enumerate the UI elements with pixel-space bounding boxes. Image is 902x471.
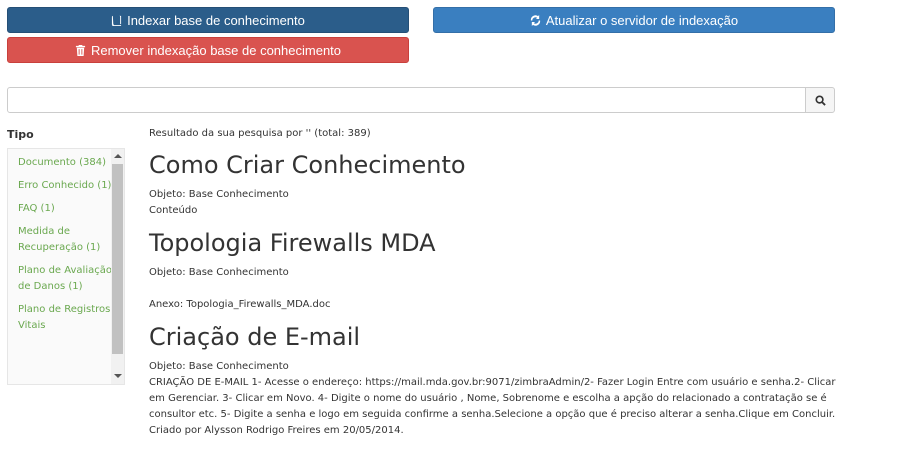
result-object: Objeto: Base Conhecimento [149, 361, 289, 372]
result-object: Objeto: Base Conhecimento [149, 267, 289, 278]
result-item: Como Criar Conhecimento Objeto: Base Con… [149, 151, 849, 219]
result-item: Topologia Firewalls MDA Objeto: Base Con… [149, 229, 849, 313]
result-title[interactable]: Topologia Firewalls MDA [149, 229, 849, 257]
remove-indexing-label: Remover indexação base de conhecimento [90, 42, 342, 58]
scroll-up-arrow-icon[interactable] [114, 154, 122, 158]
index-knowledge-base-label: Indexar base de conhecimento [127, 12, 305, 28]
facet-item-plano-registros-vitais[interactable]: Plano de Registros Vitais [18, 302, 114, 334]
facet-title: Tipo [7, 128, 34, 141]
search-input[interactable] [7, 87, 806, 113]
facet-item-erro-conhecido[interactable]: Erro Conhecido (1) [18, 178, 114, 194]
result-content: Conteúdo [149, 205, 198, 216]
facet-item-faq[interactable]: FAQ (1) [18, 201, 114, 217]
result-content: CRIAÇÃO DE E-MAIL 1- Acesse o endereço: … [149, 377, 836, 436]
index-knowledge-base-button[interactable]: Indexar base de conhecimento [7, 7, 409, 33]
facet-item-documento[interactable]: Documento (384) [18, 155, 114, 171]
update-index-server-button[interactable]: Atualizar o servidor de indexação [433, 7, 835, 33]
search-icon [814, 94, 826, 106]
result-item: Criação de E-mail Objeto: Base Conhecime… [149, 323, 849, 439]
result-object: Objeto: Base Conhecimento [149, 189, 289, 200]
search-button[interactable] [805, 87, 835, 113]
facet-list: Documento (384) Erro Conhecido (1) FAQ (… [18, 155, 114, 341]
result-title[interactable]: Criação de E-mail [149, 323, 849, 351]
refresh-icon [530, 14, 541, 26]
facet-scrollbar[interactable] [111, 149, 124, 384]
scroll-thumb[interactable] [112, 164, 123, 354]
result-title[interactable]: Como Criar Conhecimento [149, 151, 849, 179]
result-attachment: Anexo: Topologia_Firewalls_MDA.doc [149, 299, 331, 310]
book-icon [112, 15, 122, 26]
remove-indexing-button[interactable]: Remover indexação base de conhecimento [7, 37, 409, 63]
facet-item-plano-avaliacao-danos[interactable]: Plano de Avaliação de Danos (1) [18, 263, 114, 295]
facet-item-medida-de-recuperacao[interactable]: Medida de Recuperação (1) [18, 224, 114, 256]
search-results: Resultado da sua pesquisa por '' (total:… [149, 128, 849, 439]
scroll-down-arrow-icon[interactable] [114, 374, 122, 378]
trash-icon [75, 44, 86, 56]
results-summary: Resultado da sua pesquisa por '' (total:… [149, 128, 371, 139]
update-index-server-label: Atualizar o servidor de indexação [545, 12, 739, 28]
facet-list-panel: Documento (384) Erro Conhecido (1) FAQ (… [7, 148, 125, 385]
